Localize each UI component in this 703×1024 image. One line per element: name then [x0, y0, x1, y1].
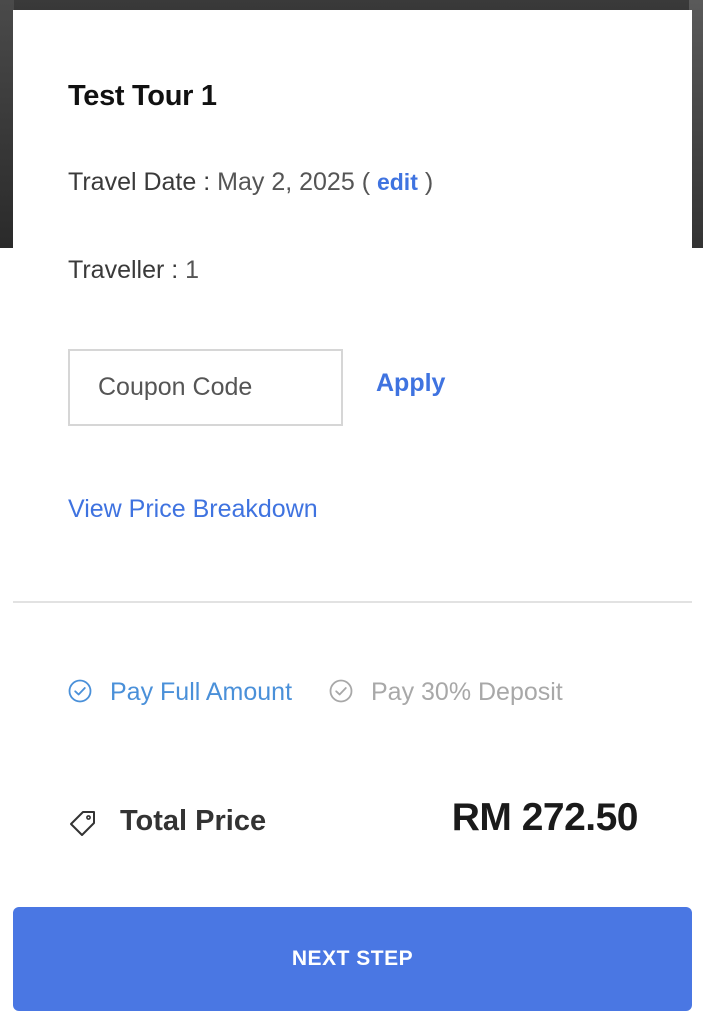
- pay-full-amount-label: Pay Full Amount: [110, 678, 293, 706]
- total-price-label: Total Price: [120, 805, 267, 837]
- travel-date-row: Travel Date : May 2, 2025 ( edit ): [68, 168, 433, 197]
- traveller-label: Traveller :: [68, 256, 179, 284]
- view-price-breakdown-link[interactable]: View Price Breakdown: [68, 495, 318, 524]
- pay-deposit-option[interactable]: Pay 30% Deposit: [329, 678, 563, 706]
- travel-date-value: May 2, 2025: [217, 168, 355, 196]
- travel-date-label: Travel Date :: [68, 168, 211, 196]
- traveller-count: 1: [185, 256, 200, 284]
- check-circle-icon: [68, 679, 92, 703]
- pay-full-amount-option[interactable]: Pay Full Amount: [68, 678, 299, 706]
- booking-summary-card: Test Tour 1 Travel Date : May 2, 2025 ( …: [13, 10, 692, 1024]
- close-paren: ): [424, 168, 434, 196]
- total-price-row: Total Price RM 272.50: [68, 796, 639, 852]
- pay-deposit-label: Pay 30% Deposit: [370, 678, 563, 706]
- price-tag-icon: [70, 811, 95, 836]
- edit-date-link[interactable]: edit: [377, 169, 418, 195]
- tour-title: Test Tour 1: [68, 80, 217, 112]
- traveller-row: Traveller : 1: [68, 256, 199, 285]
- payment-options: Pay Full Amount Pay 30% Deposit: [68, 668, 588, 717]
- coupon-code-input[interactable]: [68, 349, 343, 426]
- check-circle-icon: [329, 679, 353, 703]
- apply-coupon-button[interactable]: Apply: [376, 369, 445, 398]
- open-paren: (: [361, 168, 371, 196]
- total-price-value: RM 272.50: [451, 796, 639, 839]
- next-step-button[interactable]: NEXT STEP: [13, 907, 692, 1011]
- section-divider: [13, 601, 692, 603]
